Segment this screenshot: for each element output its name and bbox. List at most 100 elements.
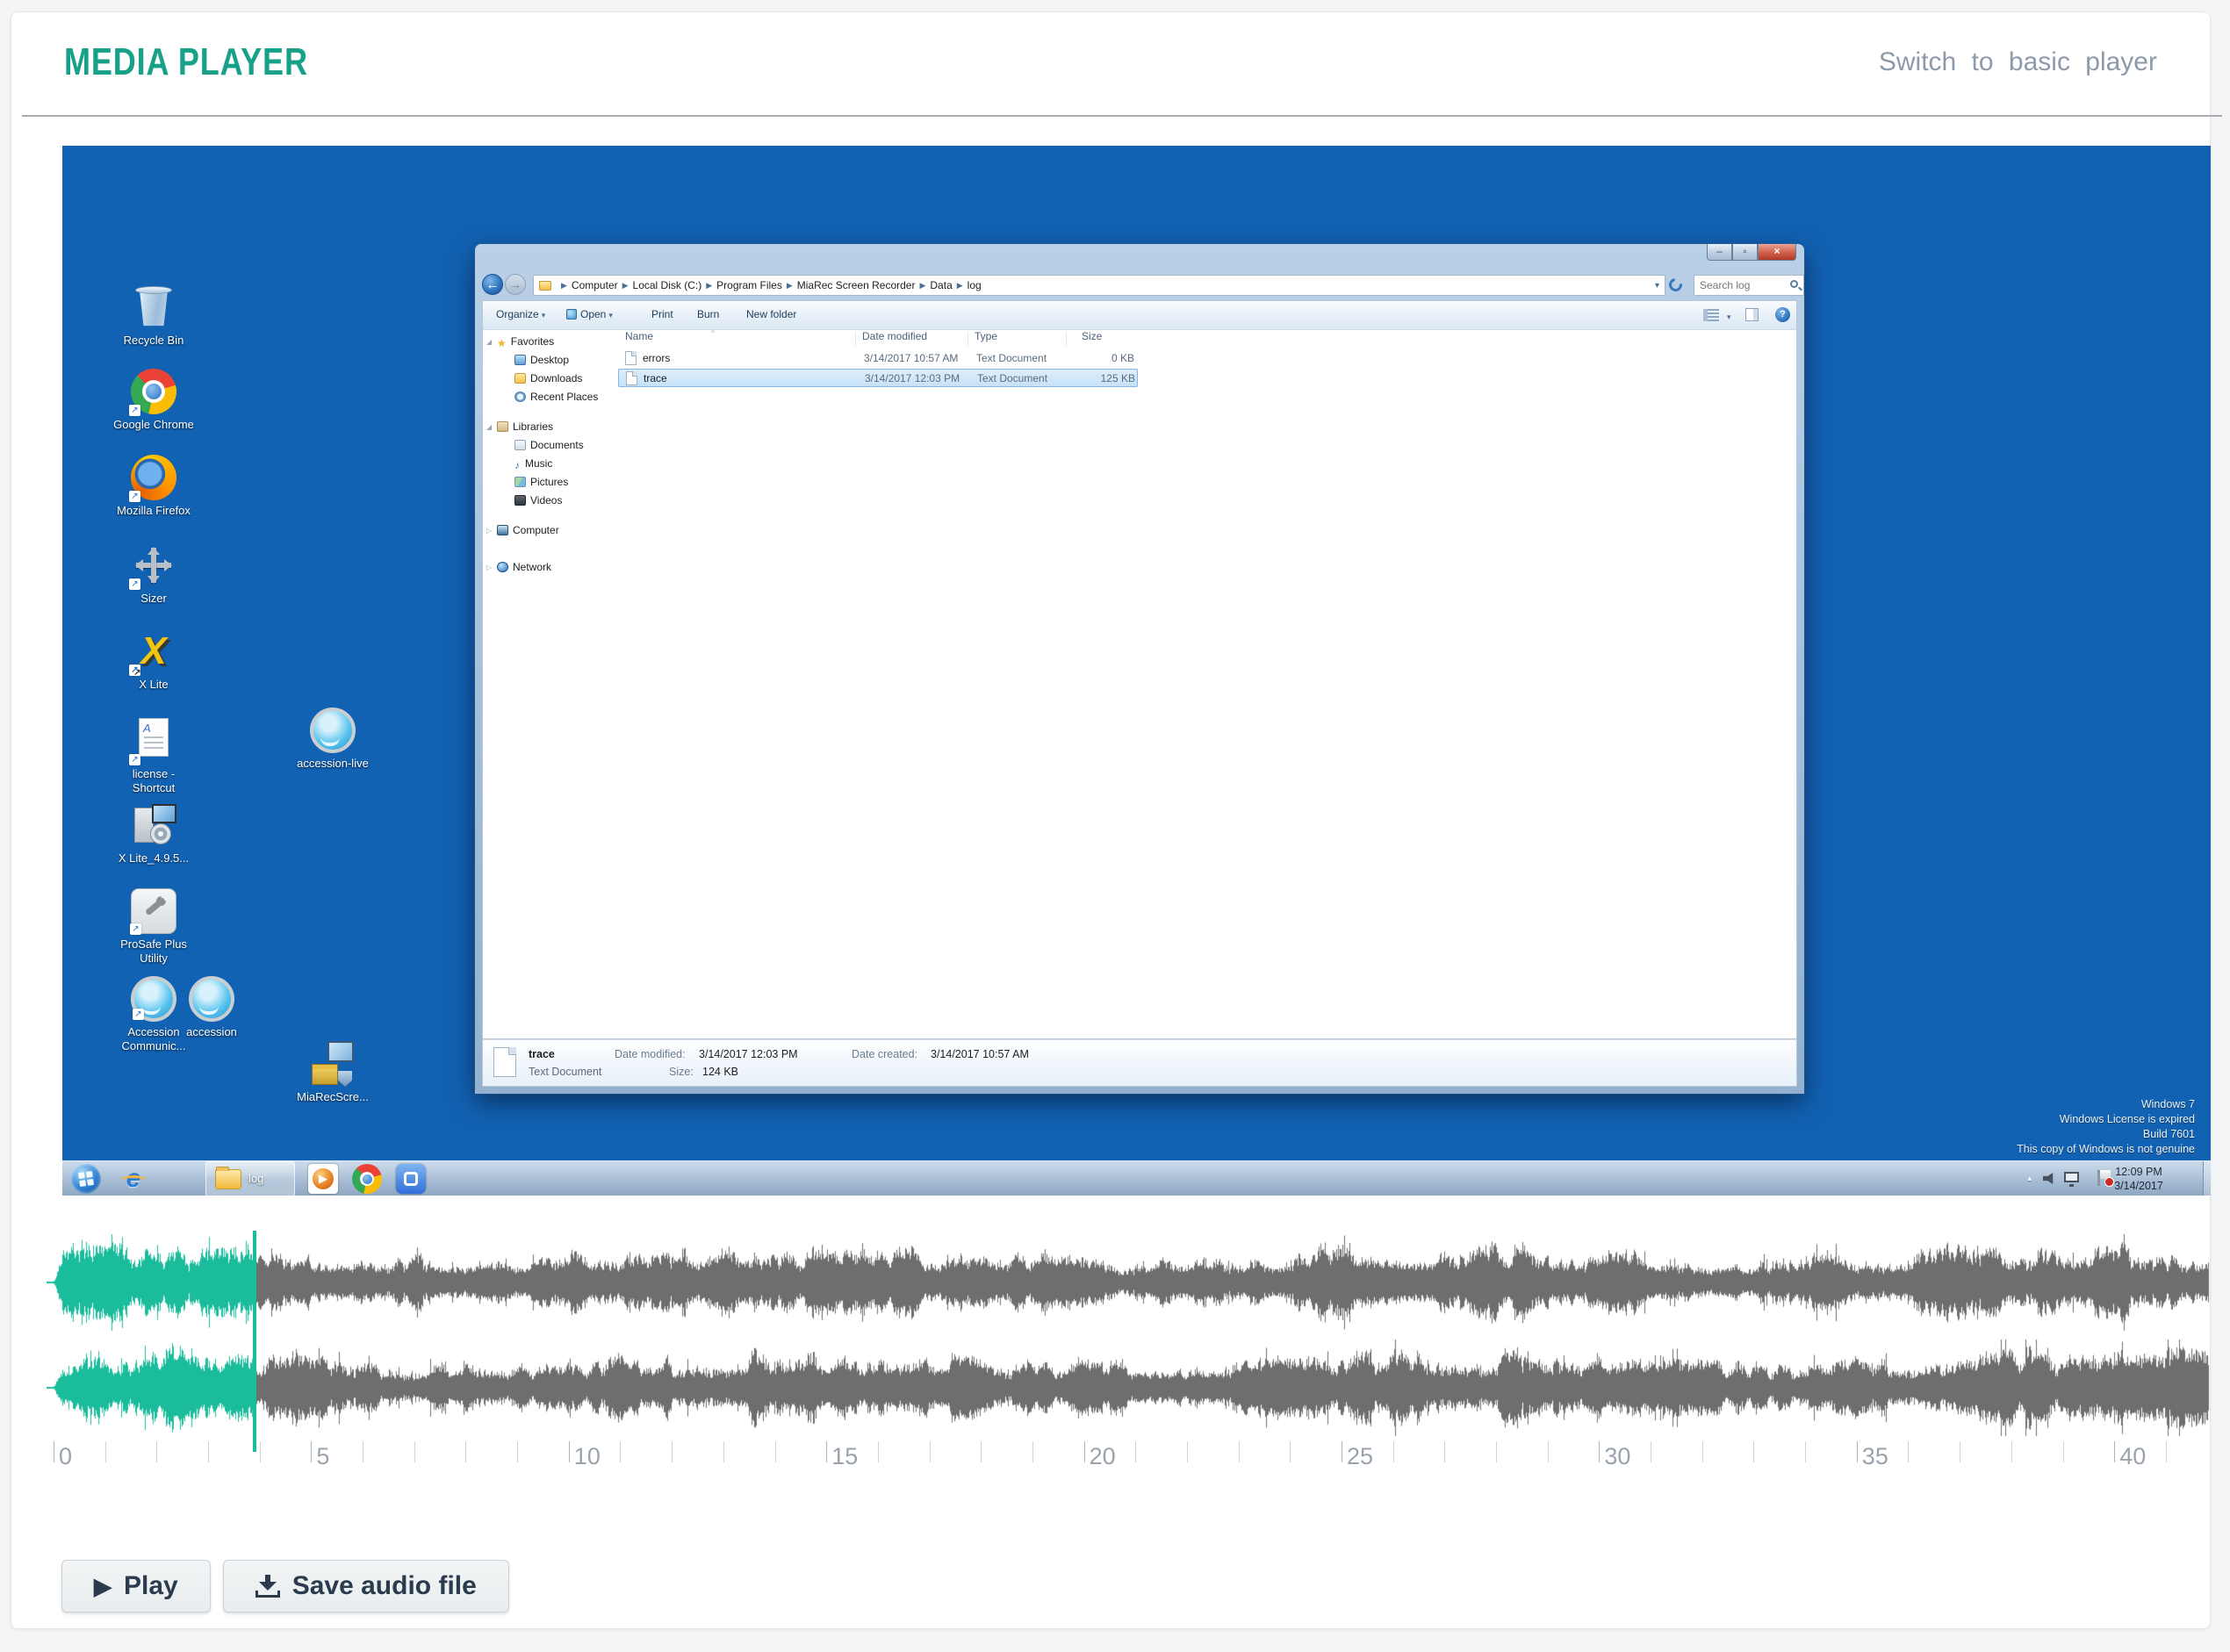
column-header-date-modified[interactable]: Date modified <box>862 330 927 348</box>
explorer-window[interactable]: – ▫ × ← → ▶ Computer ▶ Local Disk (C:) ▶… <box>475 244 1804 1094</box>
breadcrumb-segment[interactable]: Computer <box>572 279 618 291</box>
new-folder-button[interactable]: New folder <box>746 308 796 320</box>
file-row-errors[interactable]: errors 3/14/2017 10:57 AM Text Document … <box>618 349 1138 368</box>
ruler-minor-tick <box>775 1441 776 1462</box>
taskbar-chrome[interactable] <box>352 1164 382 1194</box>
nav-desktop[interactable]: Desktop <box>514 354 569 366</box>
taskbar-camera-app[interactable] <box>396 1164 426 1194</box>
nav-pictures[interactable]: Pictures <box>514 476 568 488</box>
ruler-label: 25 <box>1347 1443 1373 1470</box>
taskbar-internet-explorer[interactable]: e <box>119 1164 148 1194</box>
show-desktop-button[interactable] <box>2203 1161 2211 1196</box>
shortcut-arrow-icon: ↗ <box>133 1009 144 1020</box>
search-input[interactable] <box>1700 277 1782 293</box>
address-breadcrumb[interactable]: ▶ Computer ▶ Local Disk (C:) ▶ Program F… <box>533 275 1665 296</box>
show-hidden-icons-caret[interactable]: ▴ <box>2027 1174 2032 1183</box>
forward-button[interactable]: → <box>505 274 526 295</box>
expander-icon[interactable]: ▷ <box>486 527 492 535</box>
breadcrumb-separator-icon: ▶ <box>919 281 925 291</box>
desktop-icon-accession[interactable]: accession <box>169 976 254 1039</box>
file-row-trace-selected[interactable]: trace 3/14/2017 12:03 PM Text Document 1… <box>618 369 1138 387</box>
print-button[interactable]: Print <box>651 308 673 320</box>
clock-time: 12:09 PM <box>2105 1165 2172 1179</box>
save-audio-file-button[interactable]: Save audio file <box>223 1560 509 1612</box>
taskbar-clock[interactable]: 12:09 PM 3/14/2017 <box>2105 1165 2172 1193</box>
burn-button[interactable]: Burn <box>697 308 719 320</box>
start-button[interactable] <box>71 1164 101 1194</box>
file-list: ▵ Name Date modified Type Size errors 3/… <box>616 330 1796 1038</box>
desktop-icon-sizer[interactable]: ↗ Sizer <box>112 542 196 606</box>
screen-recording-view[interactable]: Recycle Bin ↗ Google Chrome ↗ Mozilla Fi… <box>62 146 2211 1196</box>
nav-downloads[interactable]: Downloads <box>514 372 582 384</box>
expander-icon[interactable]: ▷ <box>486 564 492 571</box>
chevron-down-icon[interactable]: ▾ <box>1655 281 1659 291</box>
breadcrumb-segment[interactable]: MiaRec Screen Recorder <box>797 279 916 291</box>
ruler-major-tick <box>2114 1441 2115 1462</box>
nav-favorites[interactable]: ★Favorites <box>497 335 554 348</box>
file-type: Text Document <box>976 352 1047 364</box>
details-created-value: 3/14/2017 10:57 AM <box>931 1048 1029 1060</box>
timeline-ruler[interactable]: 0510152025303540 <box>47 1441 2211 1476</box>
maximize-button[interactable]: ▫ <box>1732 244 1758 261</box>
taskbar-active-explorer-log[interactable]: log <box>205 1161 295 1196</box>
nav-music[interactable]: ♪Music <box>514 457 552 470</box>
desktop-icon-label: Sizer <box>112 592 196 606</box>
desktop-icon-miarec[interactable]: MiaRecScre... <box>291 1041 375 1104</box>
expander-icon[interactable]: ◢ <box>486 423 492 431</box>
column-header-name[interactable]: Name <box>625 330 653 348</box>
open-menu[interactable]: Open▾ <box>566 308 613 320</box>
organize-menu[interactable]: Organize▾ <box>496 308 545 320</box>
desktop-icon-mozilla-firefox[interactable]: ↗ Mozilla Firefox <box>112 455 196 518</box>
search-box[interactable] <box>1694 275 1804 296</box>
minimize-button[interactable]: – <box>1707 244 1732 261</box>
desktop-icon-x-lite[interactable]: X↗ X Lite <box>112 628 196 692</box>
breadcrumb-segment[interactable]: Local Disk (C:) <box>633 279 702 291</box>
desktop-icon-license-shortcut[interactable]: A ↗ license - Shortcut <box>112 716 196 795</box>
action-center-flag-icon[interactable] <box>2097 1170 2100 1186</box>
desktop-icon-x-lite-installer[interactable]: X Lite_4.9.5... <box>112 802 196 866</box>
shortcut-arrow-icon: ↗ <box>129 664 140 676</box>
ruler-major-tick <box>311 1441 312 1462</box>
views-chevron-icon[interactable]: ▾ <box>1724 310 1731 322</box>
details-file-type: Text Document <box>529 1066 601 1078</box>
column-divider[interactable] <box>855 332 856 346</box>
nav-documents[interactable]: Documents <box>514 439 584 451</box>
taskbar-media-player[interactable]: ▶ <box>308 1164 338 1194</box>
network-status-icon[interactable] <box>2064 1172 2079 1182</box>
ruler-minor-tick <box>517 1441 518 1462</box>
volume-icon[interactable] <box>2043 1173 2056 1184</box>
views-icon[interactable] <box>1703 309 1719 321</box>
waveform-display[interactable] <box>47 1232 2211 1443</box>
breadcrumb-segment[interactable]: Data <box>930 279 952 291</box>
preview-pane-icon[interactable] <box>1745 308 1759 321</box>
waveform-canvas[interactable] <box>47 1232 2211 1443</box>
desktop-icon-recycle-bin[interactable]: Recycle Bin <box>112 284 196 348</box>
column-divider[interactable] <box>1066 332 1067 346</box>
desktop-icon-google-chrome[interactable]: ↗ Google Chrome <box>112 369 196 432</box>
nav-libraries[interactable]: Libraries <box>497 420 553 433</box>
nav-computer[interactable]: Computer <box>497 524 559 536</box>
nav-recent-places[interactable]: Recent Places <box>514 391 598 403</box>
file-name: errors <box>643 352 670 364</box>
nav-videos[interactable]: Videos <box>514 494 562 506</box>
nav-network[interactable]: Network <box>497 561 551 573</box>
back-button[interactable]: ← <box>482 274 503 295</box>
refresh-icon[interactable] <box>1666 276 1685 294</box>
activation-line: This copy of Windows is not genuine <box>2017 1142 2195 1157</box>
navigation-pane: ◢ ★Favorites Desktop Downloads Recent Pl… <box>483 330 616 1038</box>
column-header-size[interactable]: Size <box>1082 330 1102 348</box>
expander-icon[interactable]: ◢ <box>486 338 492 346</box>
play-button[interactable]: ▶ Play <box>61 1560 211 1612</box>
playhead[interactable] <box>253 1231 256 1452</box>
ruler-minor-tick <box>1290 1441 1291 1462</box>
desktop-icon-accession-live[interactable]: accession-live <box>291 707 375 771</box>
breadcrumb-segment[interactable]: log <box>968 279 982 291</box>
switch-to-basic-player-link[interactable]: Switch to basic player <box>1879 47 2157 77</box>
help-icon[interactable]: ? <box>1775 307 1790 322</box>
close-button[interactable]: × <box>1758 244 1796 261</box>
column-header-type[interactable]: Type <box>975 330 997 348</box>
details-modified-value: 3/14/2017 12:03 PM <box>699 1048 798 1060</box>
ruler-major-tick <box>1084 1441 1085 1462</box>
breadcrumb-segment[interactable]: Program Files <box>716 279 782 291</box>
desktop-icon-prosafe-plus-utility[interactable]: ↗ ProSafe Plus Utility <box>112 888 196 966</box>
